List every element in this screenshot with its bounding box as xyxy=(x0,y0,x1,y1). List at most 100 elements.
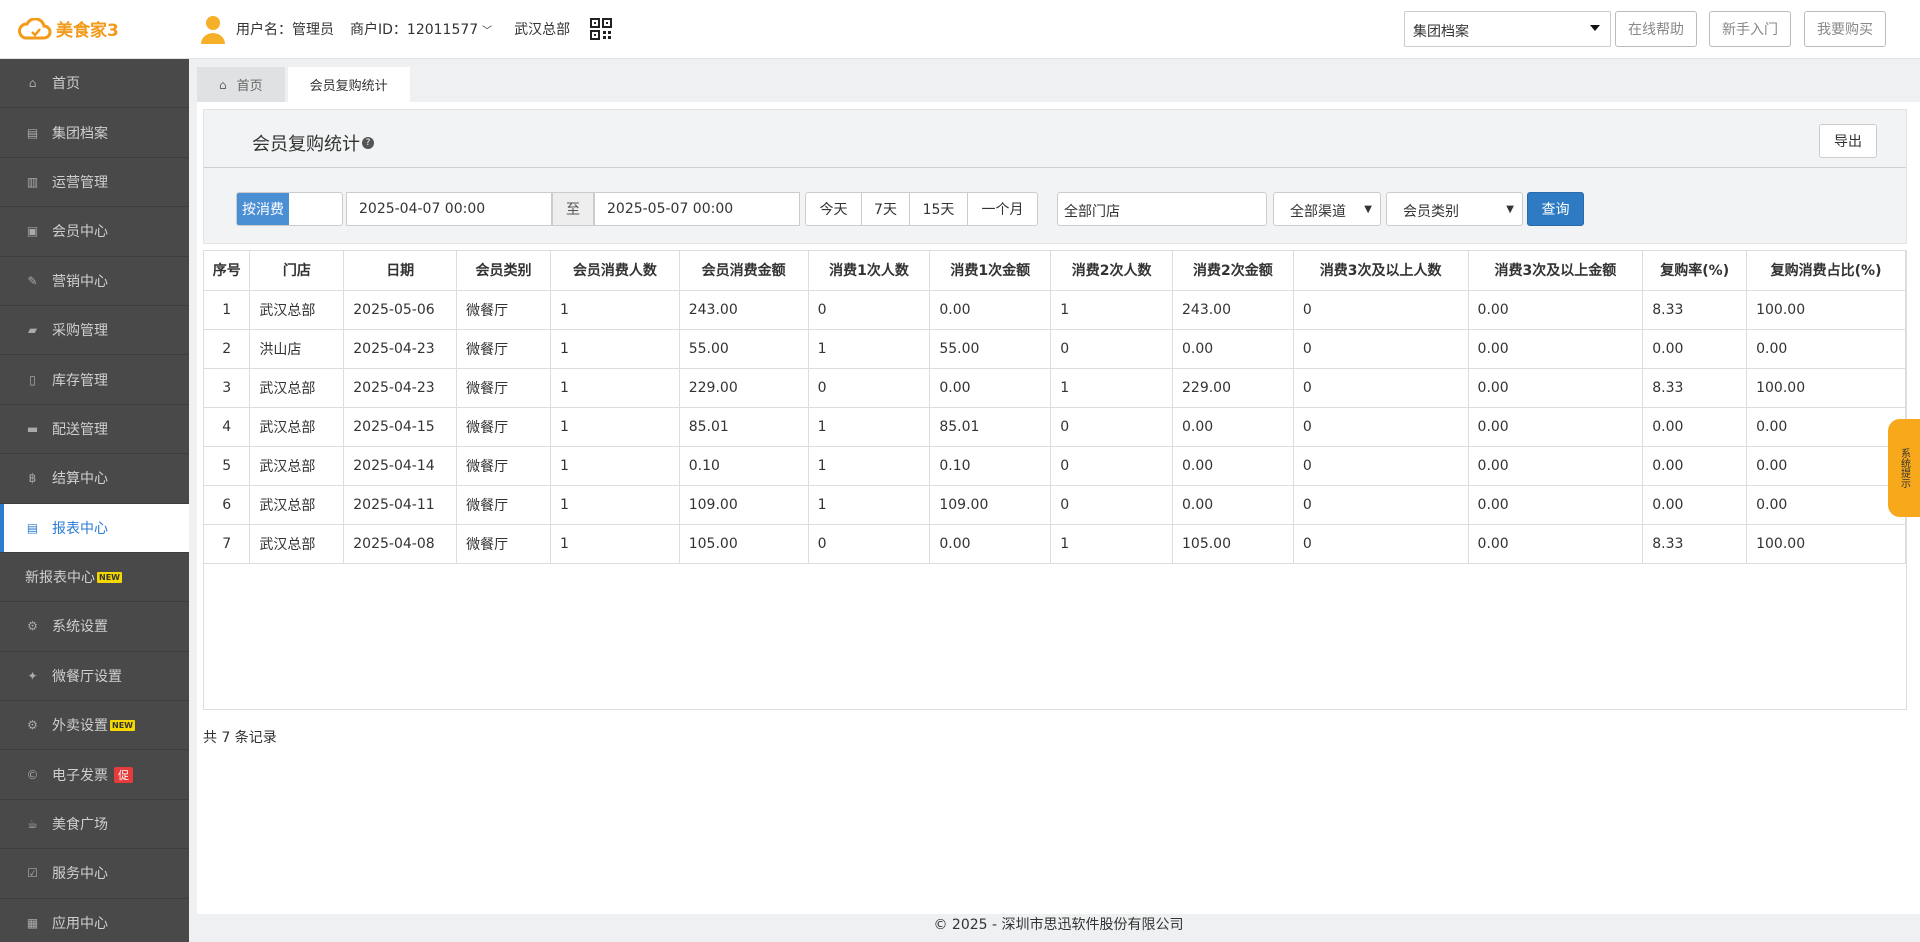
table-cell: 0.00 xyxy=(1746,484,1906,525)
sidebar-item-2[interactable]: ▥ 运营管理 xyxy=(0,158,189,208)
table-cell: 微餐厅 xyxy=(456,289,551,330)
question-icon[interactable]: ? xyxy=(362,137,374,149)
table-cell: 2025-04-11 xyxy=(343,484,458,525)
quick-today-button[interactable]: 今天 xyxy=(806,193,862,225)
date-from-input[interactable]: 2025-04-07 00:00 xyxy=(346,192,552,226)
check-square-icon: ☑ xyxy=(27,866,38,881)
table-cell: 0.00 xyxy=(1642,445,1748,486)
table-cell: 0 xyxy=(1050,484,1173,525)
chevron-down-icon: ▼ xyxy=(1506,204,1514,215)
sidebar-item-14[interactable]: © 电子发票促 xyxy=(0,750,189,800)
tablet-icon: ▯ xyxy=(29,372,36,387)
table-cell: 0.00 xyxy=(1642,406,1748,447)
sidebar-item-15[interactable]: ☕ 美食广场 xyxy=(0,800,189,850)
table-cell: 武汉总部 xyxy=(249,289,345,330)
quick-15days-button[interactable]: 15天 xyxy=(910,193,968,225)
sidebar-item-0[interactable]: ⌂ 首页 xyxy=(0,59,189,109)
tab-member-repurchase[interactable]: 会员复购统计 xyxy=(287,67,410,102)
table-header-row: 序号 门店 日期 会员类别 会员消费人数 会员消费金额 消费1次人数 消费1次金额 消费2次人数… xyxy=(204,251,1906,291)
column-header: 消费3次及以上金额 xyxy=(1467,251,1644,291)
sidebar-item-6[interactable]: ▯ 库存管理 xyxy=(0,355,189,405)
date-to-input[interactable]: 2025-05-07 00:00 xyxy=(594,192,800,226)
edit-icon: ✎ xyxy=(27,273,38,288)
table-cell: 武汉总部 xyxy=(249,445,345,486)
table-cell: 0.00 xyxy=(1172,484,1294,525)
table-cell: 1 xyxy=(1050,367,1173,408)
sidebar-item-3[interactable]: ▣ 会员中心 xyxy=(0,207,189,257)
sidebar-item-label: 外卖设置 xyxy=(52,718,108,735)
table-cell: 0 xyxy=(1292,406,1469,447)
sidebar-item-1[interactable]: ▤ 集团档案 xyxy=(0,108,189,158)
gear-icon: ⚙ xyxy=(27,718,38,733)
sidebar-item-12[interactable]: ✦ 微餐厅设置 xyxy=(0,652,189,702)
sidebar-item-5[interactable]: ▰ 采购管理 xyxy=(0,306,189,356)
sidebar-item-label: 首页 xyxy=(52,76,80,93)
member-type-select[interactable]: 会员类别 ▼ xyxy=(1386,192,1523,226)
table-cell: 4 xyxy=(204,406,251,447)
table-cell: 0 xyxy=(1050,328,1173,369)
sidebar-item-10[interactable]: 新报表中心 NEW xyxy=(0,553,189,603)
toggle-on-label: 按消费 xyxy=(237,193,289,225)
page-title: 会员复购统计 ? xyxy=(252,130,374,156)
table-cell: 1 xyxy=(549,445,680,486)
tab-member-repurchase-label: 会员复购统计 xyxy=(309,79,388,94)
quick-7days-button[interactable]: 7天 xyxy=(862,193,910,225)
id-card-icon: ▣ xyxy=(26,224,39,239)
table-cell: 0 xyxy=(1050,445,1173,486)
sidebar-item-4[interactable]: ✎ 营销中心 xyxy=(0,257,189,306)
table-cell: 0.00 xyxy=(1467,289,1644,330)
column-header: 会员消费金额 xyxy=(678,251,809,291)
file-icon: ▤ xyxy=(26,125,39,140)
table-cell: 2025-04-14 xyxy=(343,445,458,486)
sidebar-item-8[interactable]: ฿ 结算中心 xyxy=(0,454,189,504)
table-cell: 0.00 xyxy=(1172,328,1294,369)
store-filter-input[interactable]: 全部门店 xyxy=(1057,192,1267,226)
app-logo[interactable]: 美食家3 xyxy=(18,16,119,41)
report-icon: ▤ xyxy=(26,520,39,535)
logo-text: 美食家3 xyxy=(56,21,119,41)
table-cell: 6 xyxy=(204,484,251,525)
sidebar-item-label: 配送管理 xyxy=(52,421,108,438)
gears-icon: ⚙ xyxy=(27,619,38,634)
table-cell: 武汉总部 xyxy=(249,523,345,564)
table-cell: 0 xyxy=(1292,328,1469,369)
column-header: 日期 xyxy=(343,251,458,291)
by-consumption-toggle[interactable]: 按消费 xyxy=(236,192,343,226)
online-help-button[interactable]: 在线帮助 xyxy=(1615,11,1697,47)
table-row: 2 洪山店 2025-04-23 微餐厅 1 55.00 1 55.00 0 0.00 0 0.00 0… xyxy=(204,328,1906,369)
column-header: 门店 xyxy=(249,251,345,291)
table-cell: 0 xyxy=(807,523,931,564)
sidebar-item-13[interactable]: ⚙ 外卖设置 NEW xyxy=(0,701,189,751)
system-tip-tab[interactable]: 系统提示 xyxy=(1888,419,1920,517)
table-cell: 0.00 xyxy=(1467,406,1644,447)
tab-home[interactable]: ⌂ 首页 xyxy=(197,67,285,102)
group-archive-select[interactable]: 集团档案 xyxy=(1404,11,1611,47)
table-cell: 243.00 xyxy=(1172,289,1294,330)
channel-select[interactable]: 全部渠道 ▼ xyxy=(1273,192,1381,226)
sidebar-item-7[interactable]: ▬ 配送管理 xyxy=(0,405,189,455)
merchant-id-dropdown[interactable]: 商户ID：12011577 ﹀ xyxy=(350,19,492,39)
data-table-container: 序号 门店 日期 会员类别 会员消费人数 会员消费金额 消费1次人数 消费1次金额 消费2次人数… xyxy=(203,250,1907,710)
table-row: 3 武汉总部 2025-04-23 微餐厅 1 229.00 0 0.00 1 229.00 0 0.… xyxy=(204,367,1906,408)
sidebar-item-9[interactable]: ▤ 报表中心 xyxy=(0,503,189,553)
export-button[interactable]: 导出 xyxy=(1819,124,1877,158)
table-cell: 0 xyxy=(1292,367,1469,408)
table-cell: 0.00 xyxy=(1467,328,1644,369)
table-cell: 1 xyxy=(204,289,251,330)
table-cell: 2025-04-23 xyxy=(343,328,458,369)
quick-month-button[interactable]: 一个月 xyxy=(968,193,1037,225)
column-header: 复购率(%) xyxy=(1642,251,1748,291)
buy-button[interactable]: 我要购买 xyxy=(1804,11,1886,47)
sidebar-item-label: 微餐厅设置 xyxy=(52,668,122,685)
sidebar-item-17[interactable]: ▦ 应用中心 xyxy=(0,899,189,942)
sidebar-item-label: 服务中心 xyxy=(52,866,108,883)
query-button[interactable]: 查询 xyxy=(1527,192,1584,226)
table-cell: 微餐厅 xyxy=(456,328,551,369)
sidebar-item-16[interactable]: ☑ 服务中心 xyxy=(0,849,189,899)
newbie-guide-button[interactable]: 新手入门 xyxy=(1709,11,1791,47)
tab-home-label: 首页 xyxy=(236,79,263,94)
table-cell: 55.00 xyxy=(678,328,809,369)
qr-code-icon[interactable] xyxy=(590,18,613,40)
table-cell: 5 xyxy=(204,445,251,486)
sidebar-item-11[interactable]: ⚙ 系统设置 xyxy=(0,602,189,652)
